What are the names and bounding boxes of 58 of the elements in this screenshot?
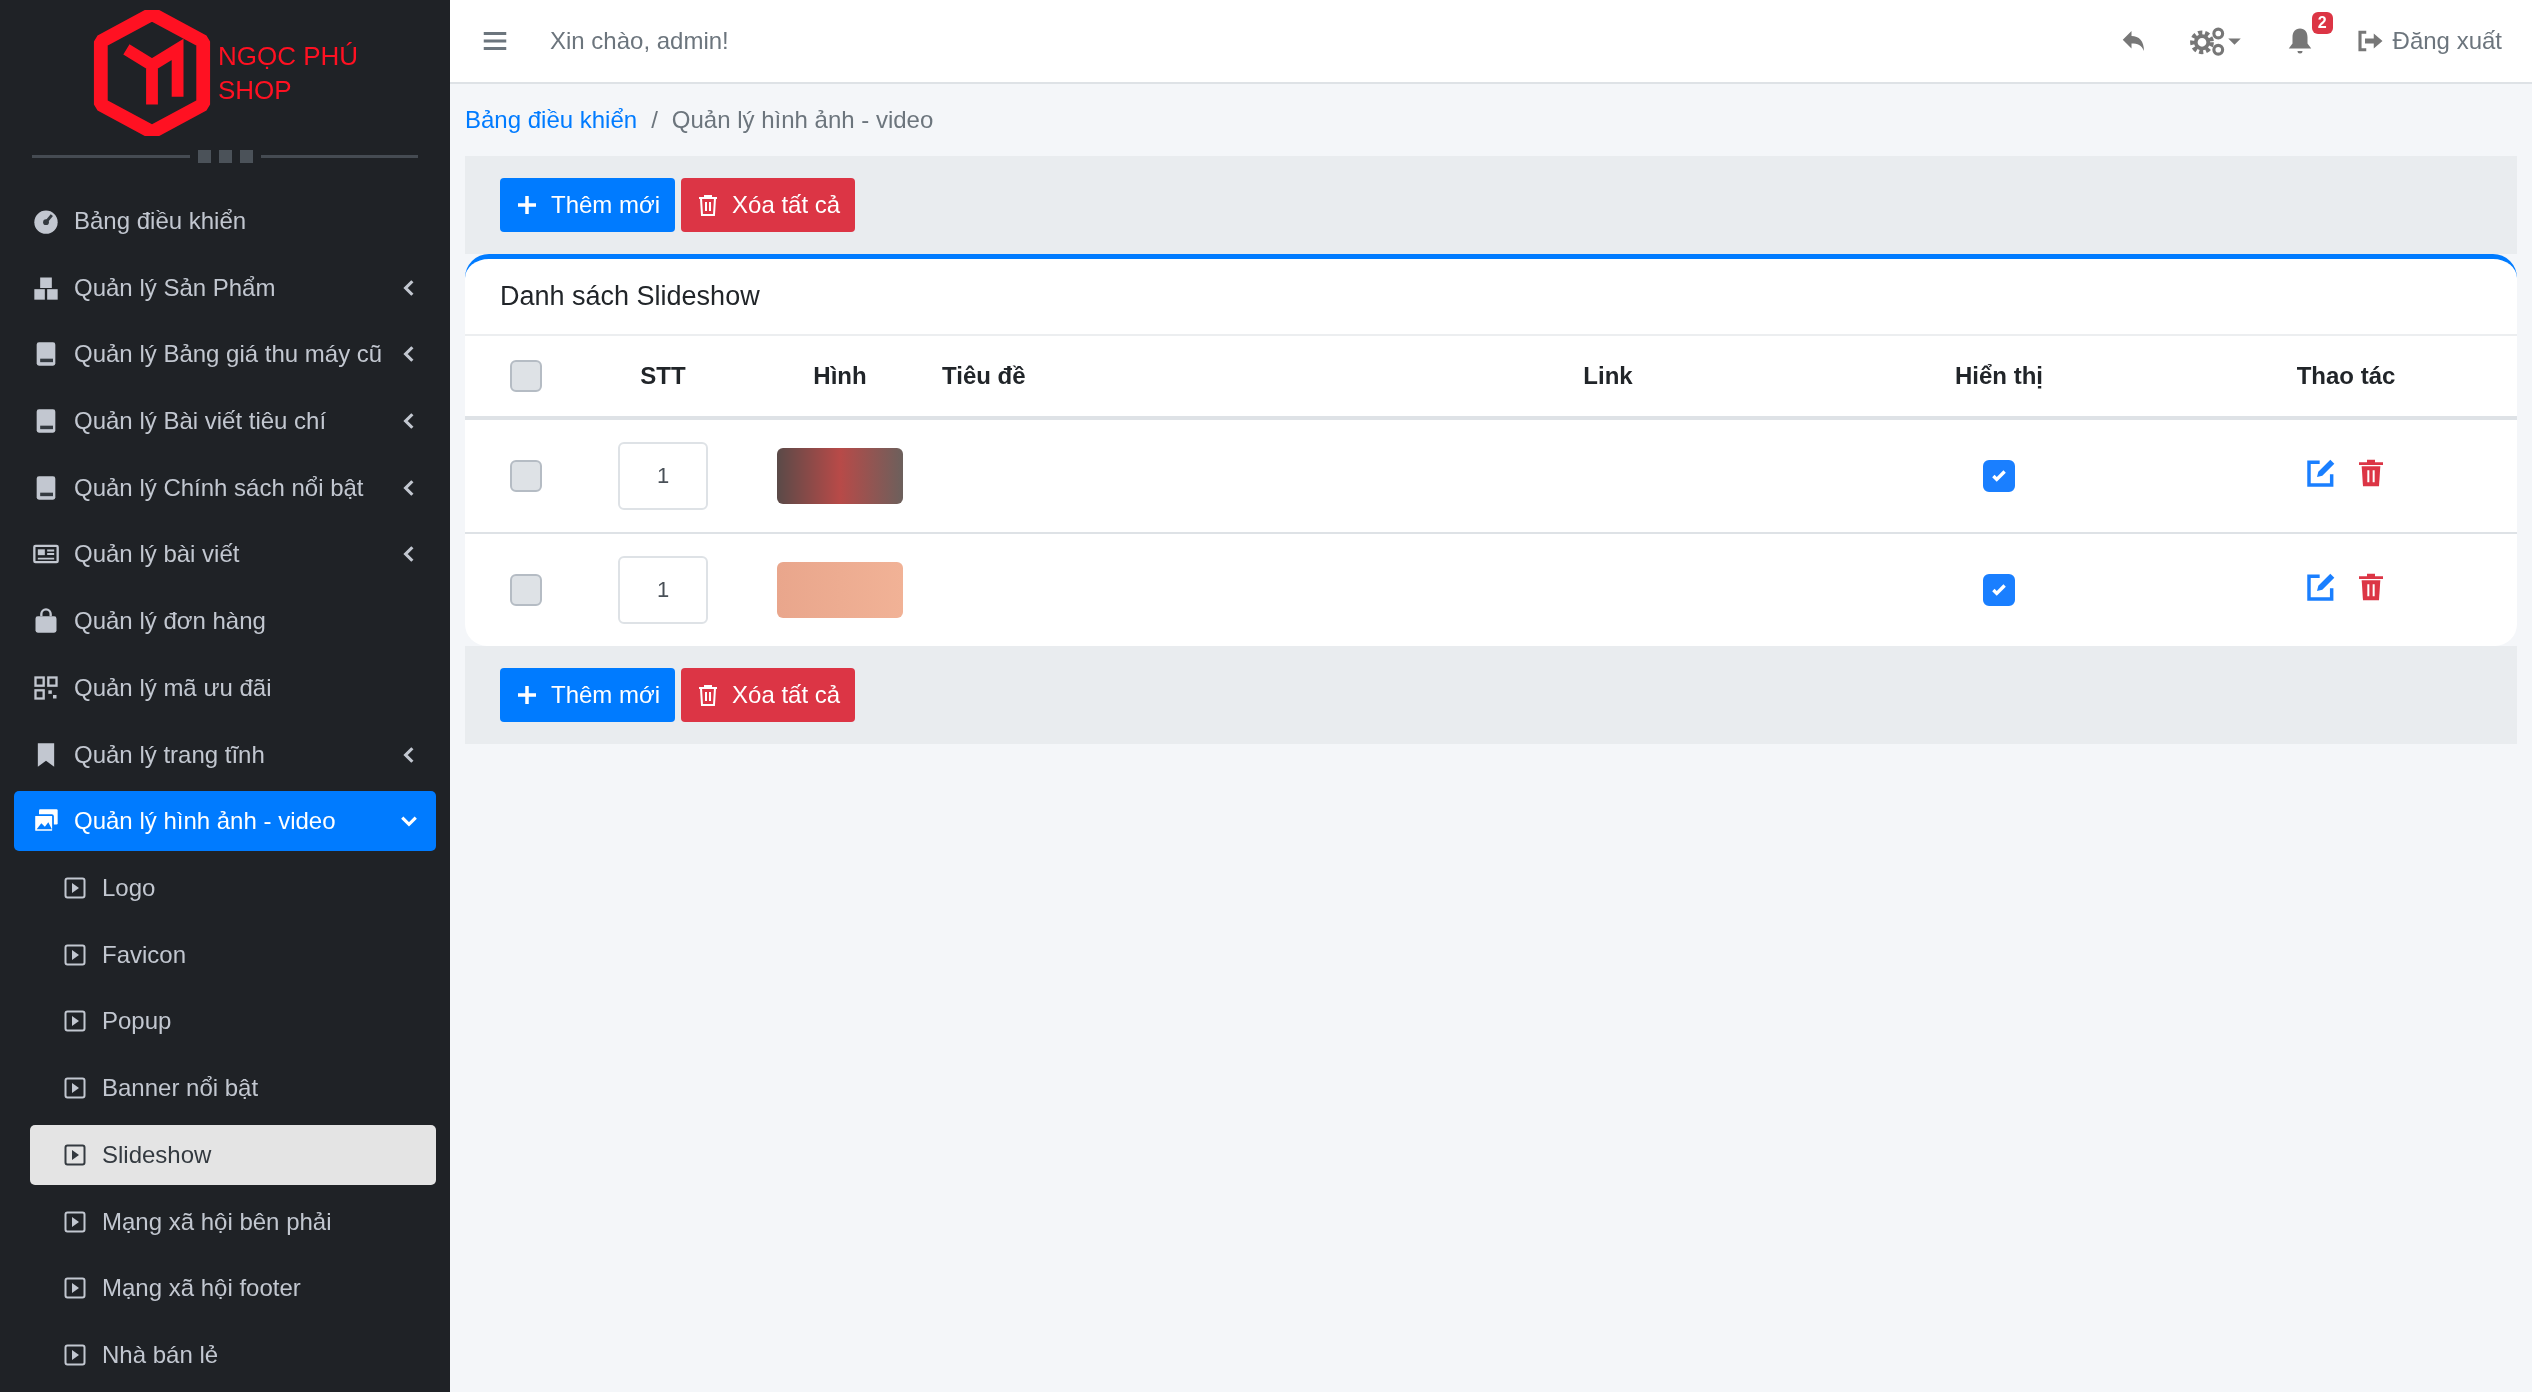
add-button[interactable]: Thêm mới [500, 668, 676, 722]
check-icon [1990, 581, 2008, 599]
sidebar-item[interactable]: Quản lý đơn hàng [14, 591, 436, 652]
check-icon [1990, 467, 2008, 485]
submenu-item[interactable]: Mạng xã hội bên phải [30, 1191, 436, 1252]
play-square-icon [64, 1077, 86, 1100]
sidebar-item[interactable]: Quản lý mã ưu đãi [14, 658, 436, 718]
submenu-item[interactable]: Mạng xã hội footer [30, 1258, 436, 1319]
logout-link[interactable]: Đăng xuất [2354, 26, 2502, 56]
column-header: Tiêu đề [941, 336, 1393, 418]
order-field[interactable]: 1 [618, 556, 708, 624]
play-square-icon [64, 1277, 86, 1300]
select-all-checkbox[interactable] [510, 360, 542, 392]
submenu-item[interactable]: Popup [30, 991, 436, 1052]
sidebar-item[interactable]: Quản lý trang tĩnh [14, 724, 436, 785]
notification-badge: 2 [2311, 12, 2333, 34]
add-button[interactable]: Thêm mới [500, 178, 676, 232]
breadcrumb-current: Quản lý hình ảnh - video [671, 106, 934, 134]
order-field[interactable]: 1 [618, 442, 708, 510]
logo-icon [91, 10, 212, 136]
sidebar-item[interactable]: Quản lý Chính sách nổi bật [14, 457, 436, 518]
submenu-item[interactable]: Banner nổi bật [30, 1058, 436, 1119]
plus-icon [515, 683, 539, 707]
card-title: Danh sách Slideshow [465, 259, 2517, 336]
breadcrumb-link[interactable]: Bảng điều khiển [465, 106, 638, 134]
play-square-icon [64, 943, 86, 966]
play-square-icon [64, 1344, 86, 1367]
play-square-icon [64, 877, 86, 900]
delete-all-button[interactable]: Xóa tất cả [681, 178, 856, 232]
brand-name: NGỌC PHÚ SHOP [217, 40, 359, 107]
sidebar-item[interactable]: Quản lý Bảng giá thu máy cũ [14, 324, 436, 385]
submenu-item[interactable]: Slideshow [30, 1125, 436, 1185]
column-header: Link [1393, 336, 1823, 418]
visible-checkbox[interactable] [1983, 460, 2015, 492]
greeting: Xin chào, admin! [550, 27, 730, 55]
column-header: Thao tác [2175, 336, 2517, 418]
breadcrumb-separator: / [651, 106, 658, 134]
play-square-icon [64, 1143, 86, 1166]
sidebar-item[interactable]: Quản lý Bài viết tiêu chí [14, 391, 436, 451]
edit-icon[interactable] [2305, 457, 2337, 489]
row-checkbox[interactable] [510, 574, 542, 606]
column-header: Hiển thị [1823, 336, 2175, 418]
sidebar-item[interactable]: Quản lý bài viết [14, 524, 436, 585]
plus-icon [515, 193, 539, 217]
play-square-icon [64, 1210, 86, 1233]
column-header: STT [587, 336, 739, 418]
sidebar-item[interactable]: Bảng điều khiển [14, 191, 436, 251]
column-header: Hình [739, 336, 941, 418]
visible-checkbox[interactable] [1983, 574, 2015, 606]
submenu-item[interactable]: Favicon [30, 924, 436, 985]
play-square-icon [64, 1010, 86, 1033]
sidebar-item[interactable]: Quản lý Sản Phẩm [14, 257, 436, 318]
delete-all-button[interactable]: Xóa tất cả [681, 668, 856, 722]
edit-icon[interactable] [2305, 571, 2337, 603]
sidebar-item[interactable]: Quản lý hình ảnh - video [14, 791, 436, 852]
submenu-item[interactable]: Nhà bán lẻ [30, 1325, 436, 1385]
submenu-item[interactable]: Logo [30, 858, 436, 918]
row-checkbox[interactable] [510, 460, 542, 492]
